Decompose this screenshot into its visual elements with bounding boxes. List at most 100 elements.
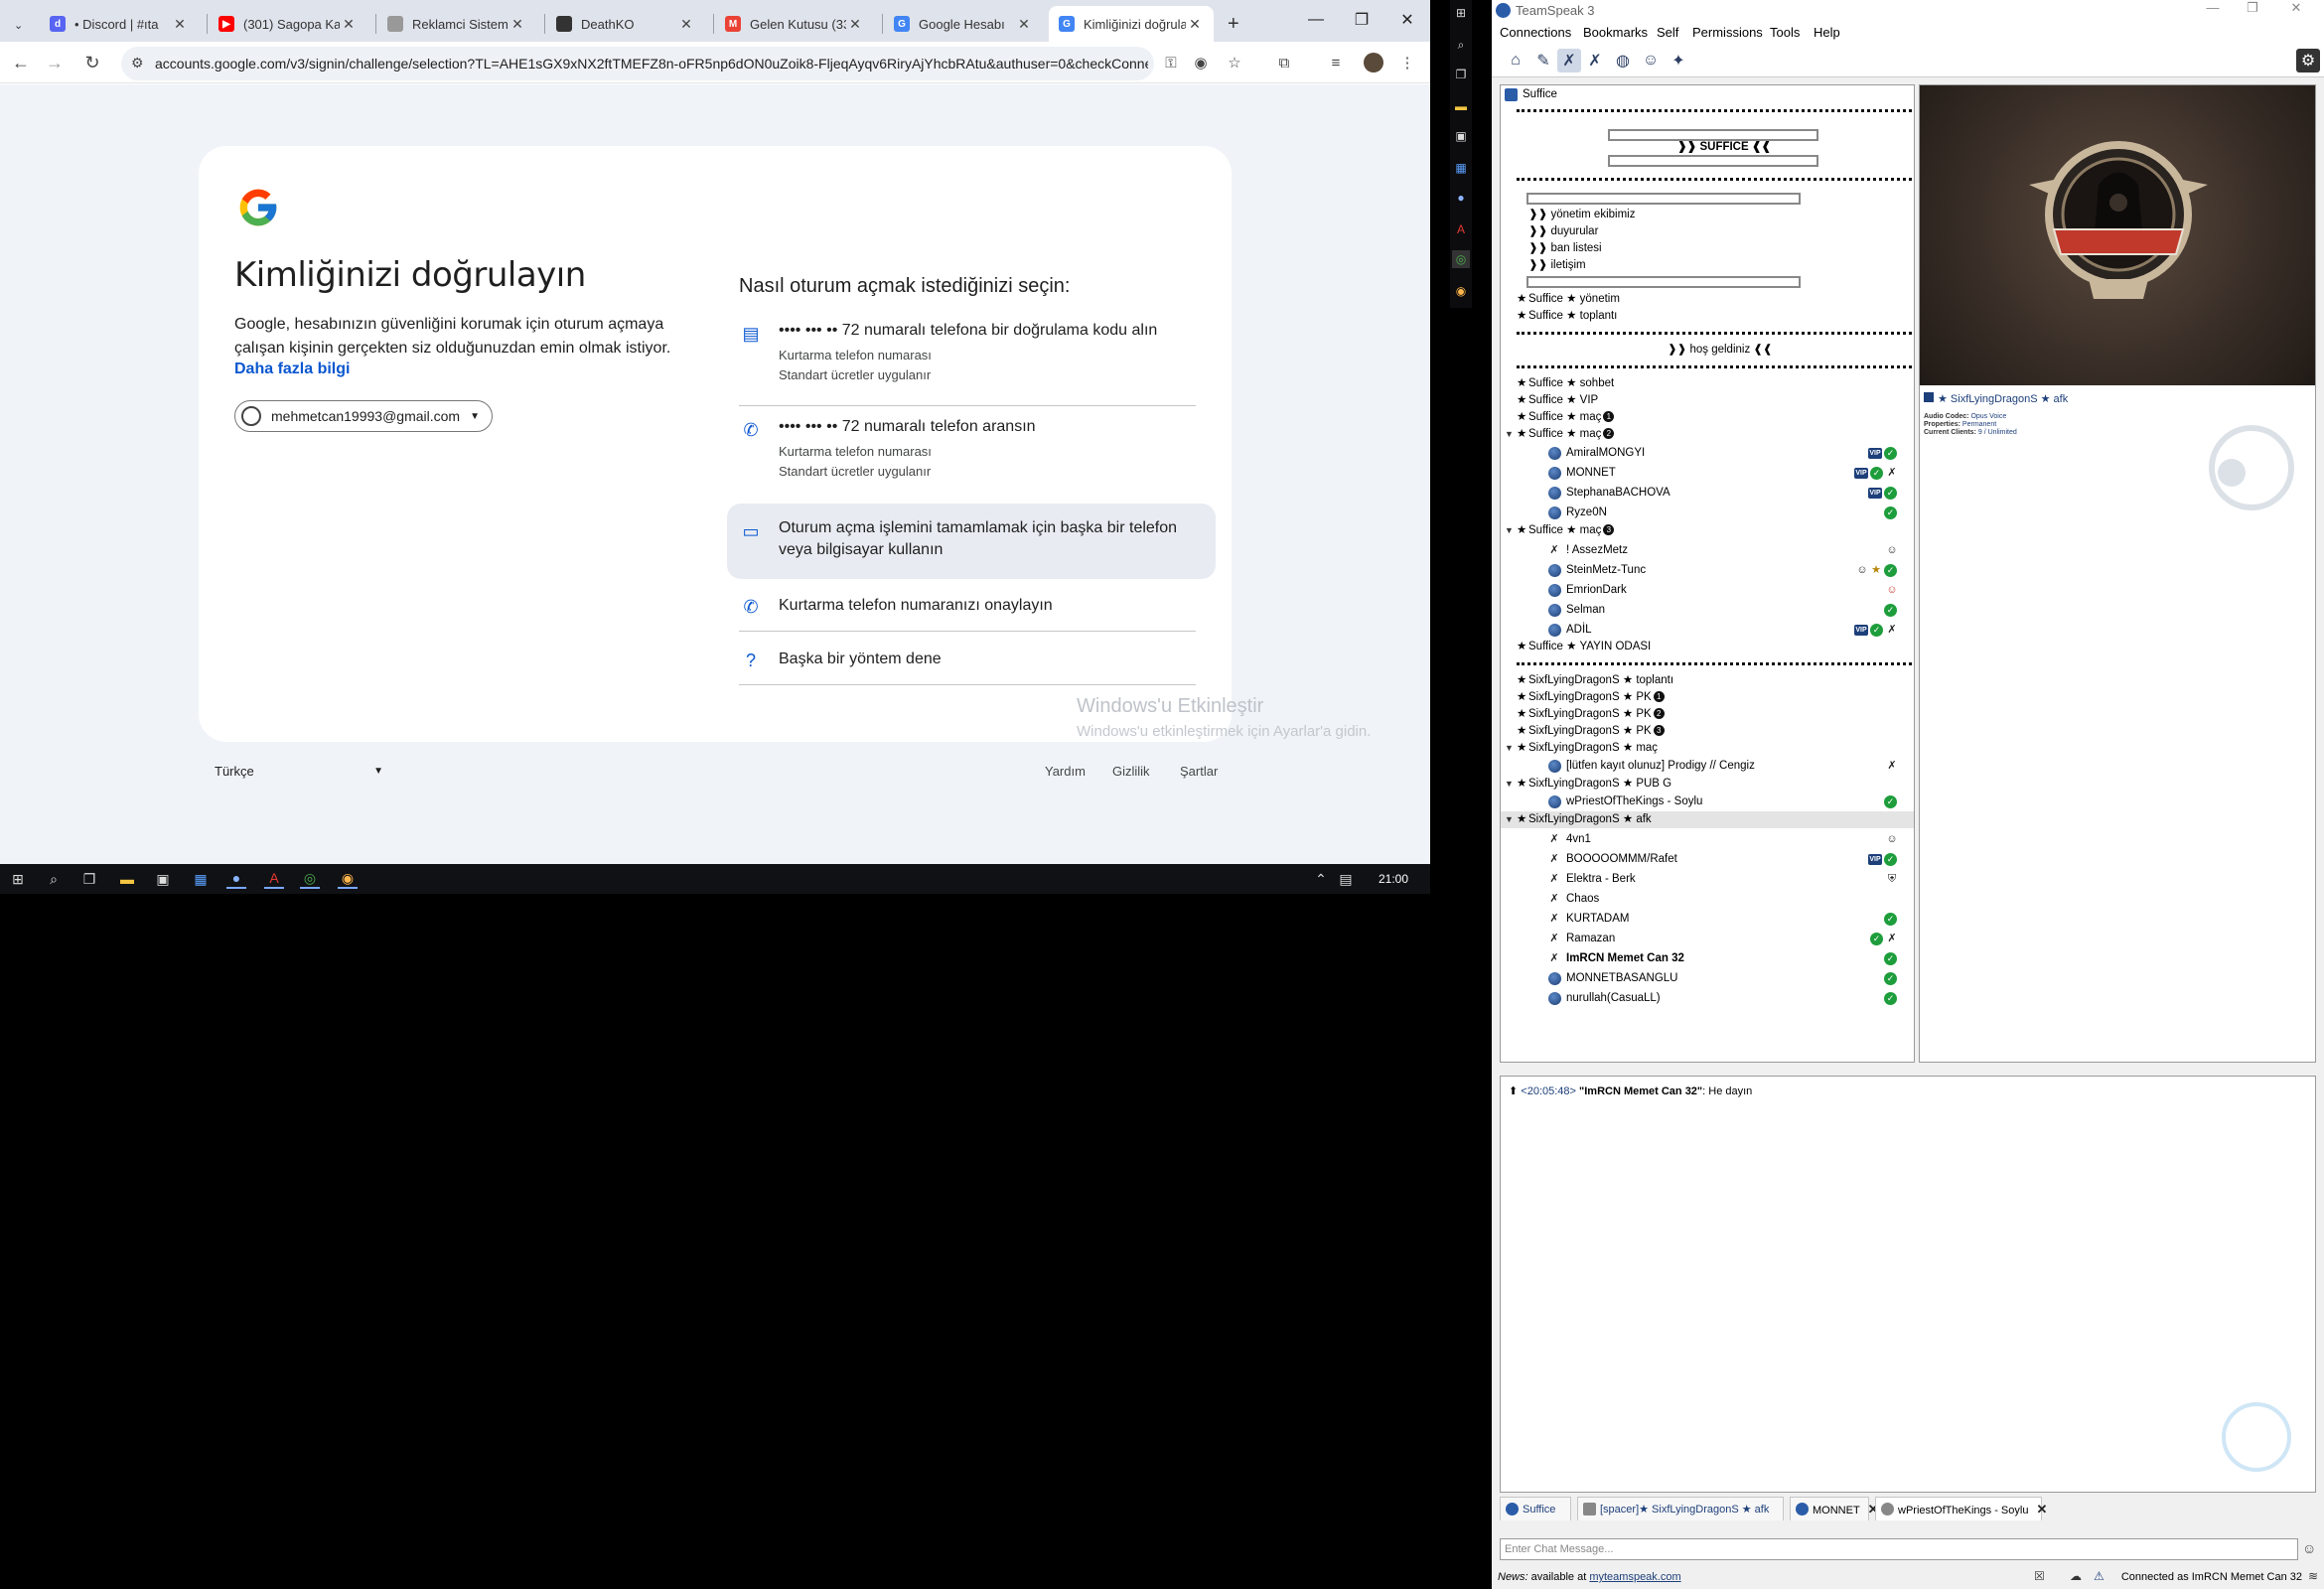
channel-row-selected[interactable]: ▼ ★ SixfLyingDragonS ★ afk — [1501, 811, 1914, 828]
server-row[interactable]: Suffice — [1501, 86, 1914, 103]
chat-tab-server[interactable]: Suffice — [1500, 1497, 1571, 1520]
close-window-button[interactable]: ✕ — [2276, 0, 2316, 20]
client-row[interactable]: ✗ KURTADAM ✓ — [1501, 911, 1914, 928]
client-row[interactable]: Selman ✓ — [1501, 602, 1914, 619]
task-view-icon[interactable]: ❐ — [79, 869, 99, 889]
spacer-menu-item[interactable]: ❱❱ iletişim — [1501, 257, 1914, 274]
windows-start-icon[interactable]: ⊞ — [8, 869, 28, 889]
emoji-icon[interactable]: ☺ — [2302, 1540, 2320, 1558]
option-phone-call[interactable]: ✆ •••• ••• •• 72 numaralı telefon aransı… — [739, 416, 1196, 510]
extensions-icon[interactable]: ⧉ — [1273, 52, 1295, 73]
channel-row[interactable]: ★ Suffice ★ yönetim — [1501, 291, 1914, 308]
chat-tab-channel[interactable]: [spacer]★ SixfLyingDragonS ★ afk — [1577, 1497, 1784, 1520]
mute-speakers-icon[interactable]: ✗ — [1583, 49, 1607, 72]
channel-row[interactable]: ★ Suffice ★ maç 1 — [1501, 409, 1914, 426]
tray-chevron-icon[interactable]: ⌃ — [1311, 869, 1331, 889]
client-row[interactable]: MONNET VIP ✓ ✗ — [1501, 465, 1914, 482]
close-icon[interactable]: ☒ — [2034, 1569, 2045, 1583]
spacer-menu-item[interactable]: ❱❱ duyurular — [1501, 223, 1914, 240]
tab-reklamci[interactable]: Reklamci Sistemi ✕ — [377, 6, 536, 42]
client-row[interactable]: Ryze0N ✓ — [1501, 505, 1914, 521]
client-row[interactable]: AmiralMONGYI VIP ✓ — [1501, 445, 1914, 462]
teamspeak-taskbar-icon[interactable]: ● — [1452, 189, 1470, 207]
store-icon[interactable]: ▣ — [1452, 127, 1470, 145]
client-row[interactable]: ✗ BOOOOOMMM/Rafet VIP ✓ — [1501, 851, 1914, 868]
maximize-button[interactable]: ❐ — [2233, 0, 2272, 20]
client-row[interactable]: nurullah(CasuaLL) ✓ — [1501, 990, 1914, 1007]
chrome-icon[interactable]: ◎ — [300, 869, 320, 889]
channel-row[interactable]: ★ SixfLyingDragonS ★ PK 3 — [1501, 723, 1914, 740]
news-link[interactable]: myteamspeak.com — [1589, 1571, 1680, 1583]
channel-row[interactable]: ▼ ★ SixfLyingDragonS ★ maç — [1501, 740, 1914, 757]
channel-row[interactable]: ▼ ★ Suffice ★ maç 2 — [1501, 426, 1914, 443]
close-icon[interactable]: ✕ — [1015, 16, 1033, 33]
tab-google-account[interactable]: G Google Hesabı ✕ — [884, 6, 1043, 42]
menu-self[interactable]: Self — [1657, 25, 1678, 40]
connect-icon[interactable]: ⌂ — [1504, 49, 1527, 72]
client-row[interactable]: ✗! AssezMetz ☺ — [1501, 542, 1914, 559]
acrobat-icon[interactable]: A — [1452, 220, 1470, 238]
channel-row[interactable]: ★ SixfLyingDragonS ★ PK 1 — [1501, 689, 1914, 706]
subscribe-icon[interactable]: ◍ — [1611, 49, 1635, 72]
spacer-welcome[interactable]: ❱❱ hoş geldiniz ❰❰ — [1501, 342, 1914, 359]
chrome-icon[interactable]: ◎ — [1452, 250, 1470, 268]
channel-row[interactable]: ★ Suffice ★ sohbet — [1501, 375, 1914, 392]
reload-button[interactable]: ↻ — [79, 50, 105, 75]
search-icon[interactable]: ⌕ — [1452, 36, 1470, 54]
settings-icon[interactable]: ⚙ — [2296, 49, 2320, 72]
client-row[interactable]: ✗ Elektra - Berk ⛨ — [1501, 871, 1914, 888]
spacer-menu-item[interactable]: ❱❱ ban listesi — [1501, 240, 1914, 257]
away-icon[interactable]: ✎ — [1531, 49, 1555, 72]
mute-microphone-icon[interactable]: ✗ — [1557, 49, 1581, 72]
file-explorer-icon[interactable]: ▬ — [1452, 97, 1470, 115]
menu-dots-icon[interactable]: ⋮ — [1396, 52, 1418, 73]
search-icon[interactable]: ⌕ — [44, 869, 64, 889]
option-confirm-recovery-phone[interactable]: ✆ Kurtarma telefon numaranızı onaylayın — [739, 593, 1196, 643]
app-icon[interactable]: ▦ — [1452, 159, 1470, 177]
language-select[interactable]: Türkçe ▼ — [215, 764, 383, 779]
channel-row[interactable]: ★ Suffice ★ toplantı — [1501, 308, 1914, 325]
close-window-button[interactable]: ✕ — [1384, 0, 1430, 40]
close-icon[interactable]: ✕ — [508, 16, 526, 33]
chevron-down-icon[interactable]: ▼ — [1505, 811, 1514, 828]
chat-input[interactable]: Enter Chat Message... — [1500, 1538, 2298, 1560]
close-icon[interactable]: ✕ — [171, 16, 189, 33]
tab-discord[interactable]: d • Discord | #ıta ✕ — [40, 6, 199, 42]
client-row[interactable]: ✗ Chaos — [1501, 891, 1914, 908]
client-row[interactable]: [lütfen kayıt olunuz] Prodigy // Cengiz ✗ — [1501, 758, 1914, 775]
client-row[interactable]: ✗ 4vn1 ☺ — [1501, 831, 1914, 848]
notification-icon[interactable]: ▤ — [1336, 869, 1356, 889]
close-icon[interactable]: ✕ — [340, 16, 358, 33]
bookmark-star-icon[interactable]: ☆ — [1224, 52, 1245, 73]
privacy-link[interactable]: Gizlilik — [1112, 764, 1150, 779]
chevron-down-icon[interactable]: ▼ — [1505, 426, 1514, 443]
tab-verify-identity[interactable]: G Kimliğinizi doğrula ✕ — [1049, 6, 1214, 42]
menu-tools[interactable]: Tools — [1770, 25, 1800, 40]
channel-row[interactable]: ▼ ★ Suffice ★ maç 3 — [1501, 522, 1914, 539]
menu-connections[interactable]: Connections — [1500, 25, 1571, 40]
eye-off-icon[interactable]: ◉ — [1190, 52, 1212, 73]
close-icon[interactable]: ✕ — [2036, 1502, 2047, 1517]
channel-row[interactable]: ★ SixfLyingDragonS ★ toplantı — [1501, 672, 1914, 689]
menu-permissions[interactable]: Permissions — [1692, 25, 1763, 40]
task-view-icon[interactable]: ❐ — [1452, 66, 1470, 83]
client-row[interactable]: wPriestOfTheKings - Soylu ✓ — [1501, 794, 1914, 810]
option-sms-code[interactable]: ▤ •••• ••• •• 72 numaralı telefona bir d… — [739, 320, 1196, 414]
forward-button[interactable]: → — [42, 50, 68, 75]
maximize-button[interactable]: ❐ — [1339, 0, 1384, 40]
whisper-icon[interactable]: ✦ — [1667, 49, 1690, 72]
spacer-menu-item[interactable]: ❱❱ yönetim ekibimiz — [1501, 207, 1914, 223]
media-icon[interactable]: ≡ — [1325, 52, 1347, 73]
back-button[interactable]: ← — [8, 50, 34, 75]
menu-help[interactable]: Help — [1814, 25, 1840, 40]
clock[interactable]: 21:00 — [1379, 872, 1408, 886]
contacts-icon[interactable]: ☺ — [1639, 49, 1663, 72]
learn-more-link[interactable]: Daha fazla bilgi — [234, 361, 350, 378]
chat-tab-private[interactable]: MONNET ✕ — [1790, 1497, 1879, 1520]
channel-row[interactable]: ★ Suffice ★ VIP — [1501, 392, 1914, 409]
chat-tab-private-active[interactable]: wPriestOfTheKings - Soylu ✕ — [1875, 1497, 2047, 1520]
channel-row[interactable]: ▼ ★ SixfLyingDragonS ★ PUB G — [1501, 776, 1914, 793]
menu-bookmarks[interactable]: Bookmarks — [1583, 25, 1648, 40]
close-icon[interactable]: ✕ — [677, 16, 695, 33]
client-row[interactable]: ADİL VIP ✓ ✗ — [1501, 622, 1914, 639]
